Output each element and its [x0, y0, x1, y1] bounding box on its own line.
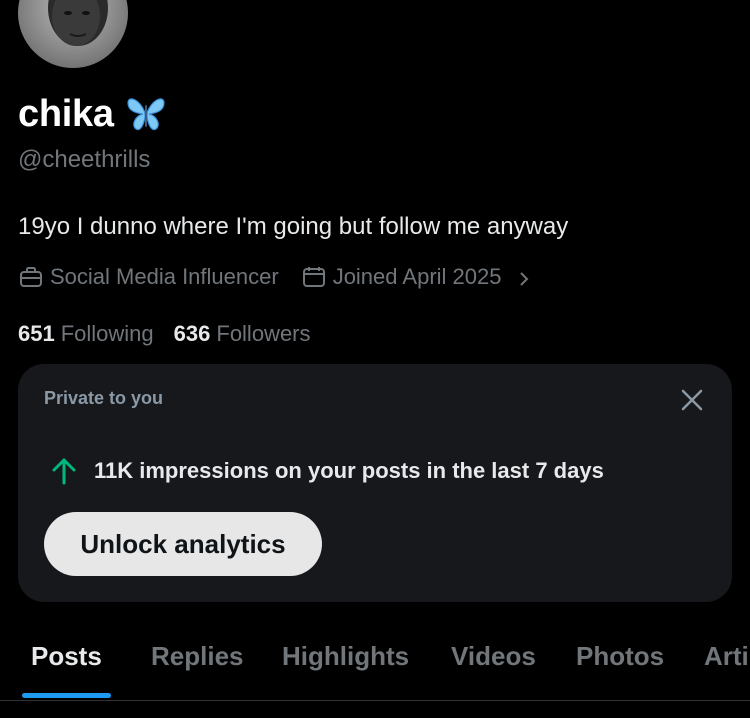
briefcase-icon	[18, 264, 44, 290]
calendar-icon	[301, 264, 327, 290]
profile-handle: @cheethrills	[18, 146, 151, 173]
avatar-photo	[18, 0, 128, 68]
tab-replies[interactable]: Replies	[151, 625, 244, 687]
profile-avatar[interactable]	[18, 0, 128, 68]
display-name: chika	[18, 93, 114, 135]
arrow-up-icon	[50, 456, 78, 486]
follow-stats: 651 Following 636 Followers	[18, 319, 311, 349]
butterfly-icon	[126, 95, 166, 133]
tab-highlights[interactable]: Highlights	[282, 625, 409, 687]
tab-photos[interactable]: Photos	[576, 625, 664, 687]
tab-videos[interactable]: Videos	[451, 625, 536, 687]
close-card-button[interactable]	[678, 386, 706, 414]
chevron-right-icon	[517, 267, 531, 287]
analytics-card: Private to you 11K impressions on your p…	[18, 364, 732, 602]
following-link[interactable]: 651 Following	[18, 319, 154, 349]
tabs-divider	[0, 700, 750, 701]
active-tab-indicator	[22, 693, 111, 698]
category-item: Social Media Influencer	[18, 262, 279, 292]
followers-count: 636	[173, 321, 211, 346]
profile-tabs: Posts Replies Highlights Videos Photos A…	[0, 625, 750, 718]
close-icon	[681, 389, 703, 411]
category-label: Social Media Influencer	[50, 264, 279, 289]
following-label: Following	[60, 321, 154, 346]
joined-item[interactable]: Joined April 2025	[301, 262, 532, 292]
tab-articles[interactable]: Arti	[704, 625, 749, 687]
profile-bio: 19yo I dunno where I'm going but follow …	[18, 213, 569, 240]
followers-label: Followers	[216, 321, 311, 346]
followers-link[interactable]: 636 Followers	[174, 319, 311, 349]
name-row: chika	[18, 92, 166, 136]
impressions-row: 11K impressions on your posts in the las…	[50, 456, 604, 486]
joined-label: Joined April 2025	[332, 264, 502, 289]
impressions-text: 11K impressions on your posts in the las…	[94, 458, 604, 483]
unlock-analytics-button[interactable]: Unlock analytics	[44, 512, 322, 576]
tab-posts[interactable]: Posts	[31, 625, 102, 687]
private-label: Private to you	[44, 388, 164, 408]
profile-meta-row: Social Media Influencer Joined April 202…	[18, 262, 531, 292]
following-count: 651	[18, 321, 55, 346]
